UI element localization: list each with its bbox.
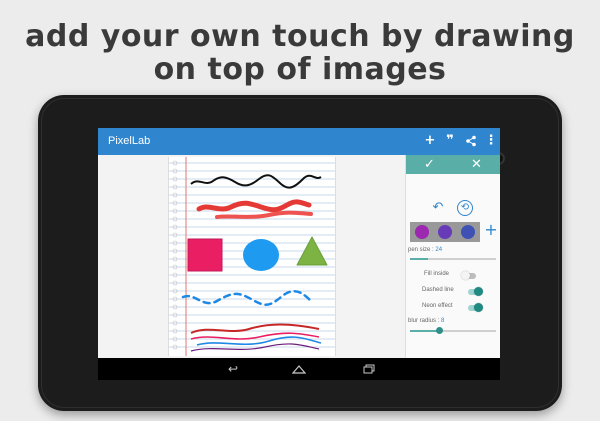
neon-effect-toggle[interactable] [468, 303, 483, 312]
pen-size-value: 24 [435, 247, 443, 253]
tablet-screen: PixelLab + ❞ ⋮ ✓ ✕ ↶ ⟲ + pen size: 24 F… [98, 128, 500, 380]
color-swatch-deep-purple[interactable] [438, 225, 452, 239]
blur-radius-slider-fill [410, 330, 438, 332]
headline-line-1: add your own touch by drawing [25, 19, 575, 54]
undo-icon[interactable]: ↶ [429, 199, 447, 217]
notebook-paper-image[interactable] [168, 157, 336, 356]
dashed-line-label: Dashed line [422, 287, 454, 293]
headline-line-2: on top of images [153, 52, 447, 87]
blur-radius-text: blur radius : [408, 318, 440, 324]
share-icon[interactable] [464, 132, 478, 150]
add-icon[interactable]: + [423, 132, 437, 150]
draw-settings-panel: ✓ ✕ ↶ ⟲ + pen size : 24 Fill inside Dash… [405, 155, 500, 358]
fill-inside-toggle[interactable] [461, 271, 476, 280]
recents-icon[interactable] [354, 360, 384, 378]
blur-radius-slider[interactable] [410, 327, 496, 334]
drawing-strokes [169, 157, 335, 356]
pen-size-label: pen size : 24 [408, 247, 442, 253]
pen-size-text: pen size : [408, 247, 434, 253]
quote-icon[interactable]: ❞ [443, 132, 457, 150]
back-icon[interactable]: ↩ [218, 360, 248, 378]
color-swatch-indigo[interactable] [461, 225, 475, 239]
blur-radius-label: blur radius : 8 [408, 318, 444, 324]
fill-inside-label: Fill inside [424, 271, 450, 277]
reset-history-icon[interactable]: ⟲ [457, 200, 473, 216]
toggle-knob [461, 271, 470, 280]
pen-size-slider-fill [410, 258, 428, 260]
toggle-knob [474, 303, 483, 312]
panel-header: ✓ ✕ [406, 155, 500, 174]
toggle-knob [474, 287, 483, 296]
more-vert-icon[interactable]: ⋮ [484, 132, 498, 150]
blur-radius-slider-thumb[interactable] [436, 327, 443, 334]
color-swatch-strip [410, 222, 480, 242]
android-nav-bar: ↩ [98, 358, 500, 380]
app-title: PixelLab [108, 135, 151, 147]
pen-size-slider[interactable] [410, 258, 496, 260]
home-icon[interactable] [284, 360, 314, 378]
confirm-check-icon[interactable]: ✓ [406, 155, 453, 174]
add-color-icon[interactable]: + [484, 220, 498, 240]
dashed-line-toggle[interactable] [468, 287, 483, 296]
drawing-canvas[interactable] [98, 155, 405, 358]
app-bar: PixelLab + ❞ ⋮ [98, 128, 500, 155]
blur-radius-value: 8 [441, 318, 445, 324]
neon-effect-label: Neon effect [422, 303, 453, 309]
color-swatch-purple[interactable] [415, 225, 429, 239]
close-icon[interactable]: ✕ [453, 155, 500, 174]
